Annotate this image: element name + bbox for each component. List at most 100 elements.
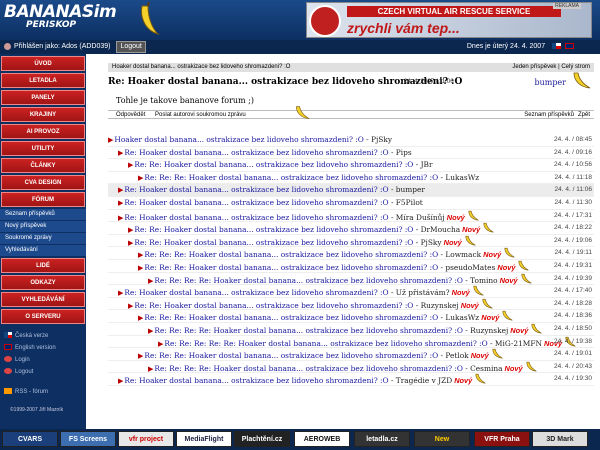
new-badge: Nový	[495, 262, 516, 272]
post-time: 24. 4. / 17:40	[554, 287, 592, 295]
thread-post-link[interactable]: Re: Re: Re: Hoaker dostal banana... ostr…	[144, 250, 438, 259]
menu-odkazy[interactable]: ODKAZY	[1, 275, 85, 290]
new-badge: Nový	[468, 351, 489, 361]
thread-post-link[interactable]: Re: Hoaker dostal banana... ostrakizace …	[124, 185, 388, 194]
thread-post-link[interactable]: Re: Re: Re: Hoaker dostal banana... ostr…	[144, 263, 438, 272]
thread-row: ▶Re: Re: Re: Re: Hoaker dostal banana...…	[108, 323, 594, 336]
thread-post-link[interactable]: Re: Re: Re: Re: Re: Hoaker dostal banana…	[164, 339, 487, 348]
menu-o-serveru[interactable]: O SERVERU	[1, 309, 85, 324]
menu-vyhledavani[interactable]: VYHLEDÁVÁNÍ	[1, 292, 85, 307]
menu-uvod[interactable]: ÚVOD	[1, 56, 85, 71]
forum-link-novy-prispevek[interactable]: Nový příspěvek	[0, 221, 86, 232]
main-menu-2: LIDÉ ODKAZY VYHLEDÁVÁNÍ O SERVERU	[0, 258, 86, 324]
post-prefix: Re: Re:	[134, 237, 164, 247]
thread-post-link[interactable]: Re: Re: Hoaker dostal banana... ostrakiz…	[134, 238, 413, 247]
thread-post-link[interactable]: Hoaker dostal banana... ostrakizace bez …	[114, 135, 363, 144]
site-logo[interactable]: BANANASim PERISKOP	[4, 2, 117, 30]
czech-version-label: Česká verze	[15, 333, 49, 339]
menu-panely[interactable]: PANELY	[1, 90, 85, 105]
banana-icon	[573, 72, 591, 89]
czech-version-link[interactable]: Česká verze	[0, 330, 86, 342]
author-separator: -	[487, 338, 495, 348]
thread-tree: ▶ Hoaker dostal banana... ostrakizace bez…	[108, 134, 594, 386]
english-flag-icon[interactable]	[565, 43, 574, 50]
breadcrumb-topic[interactable]: Hoaker dostal banana... ostrakizace bez …	[112, 64, 290, 70]
user-icon	[4, 42, 11, 50]
reply-button[interactable]: Odpovědět	[116, 112, 145, 118]
thread-post-link[interactable]: Re: Re: Re: Re: Hoaker dostal banana... …	[154, 364, 463, 373]
thread-post-link[interactable]: Re: Hoaker dostal banana... ostrakizace …	[124, 148, 388, 157]
footer-banner-vfr-project[interactable]: vfr project	[118, 431, 174, 447]
new-badge: Nový	[460, 225, 481, 235]
author-separator: -	[413, 300, 421, 310]
thread-row: ▶Re: Hoaker dostal banana... ostrakizace…	[108, 373, 594, 386]
thread-row: ▶Re: Re: Hoaker dostal banana... ostraki…	[108, 235, 594, 248]
ad-banner[interactable]: CZECH VIRTUAL AIR RESCUE SERVICE zrychli…	[306, 2, 592, 38]
logged-in-text: Přihlášen jako: Ados (ADD039)	[14, 43, 111, 50]
footer-banner-aeroweb[interactable]: AEROWEB	[294, 431, 350, 447]
menu-letadla[interactable]: LETADLA	[1, 73, 85, 88]
thread-post-link[interactable]: Re: Re: Re: Hoaker dostal banana... ostr…	[144, 313, 438, 322]
thread-post-link[interactable]: Re: Re: Hoaker dostal banana... ostrakiz…	[134, 301, 413, 310]
forum-link-soukrome-zpravy[interactable]: Soukromé zprávy	[0, 233, 86, 244]
menu-lide[interactable]: LIDÉ	[1, 258, 85, 273]
menu-cva-design[interactable]: CVA DESIGN	[1, 175, 85, 190]
private-message-button[interactable]: Poslat autorovi soukromou zprávu	[155, 112, 246, 118]
new-badge: Nový	[479, 313, 500, 323]
rss-forum-link[interactable]: RSS - fórum	[0, 386, 86, 398]
author-separator: -	[388, 147, 396, 157]
sidebar: ÚVOD LETADLA PANELY KRAJINY AI PROVOZ UTILITY…	[0, 54, 86, 450]
thread-post-link[interactable]: Re: Re: Re: Re: Hoaker dostal banana... …	[154, 326, 463, 335]
thread-arrow-icon: ▶	[148, 326, 154, 335]
menu-ai-provoz[interactable]: AI PROVOZ	[1, 124, 85, 139]
thread-row: ▶Re: Hoaker dostal banana... ostrakizace…	[108, 184, 594, 197]
forum-link-seznam-prispevku[interactable]: Seznam příspěvků	[0, 209, 86, 220]
footer-banner-3d-mark[interactable]: 3D Mark	[532, 431, 588, 447]
thread-post-link[interactable]: Re: Re: Hoaker dostal banana... ostrakiz…	[134, 160, 413, 169]
footer-banner-letadla-cz[interactable]: letadla.cz	[354, 431, 410, 447]
english-version-link[interactable]: English version	[0, 342, 86, 354]
footer-banner-cvars[interactable]: CVARS	[2, 431, 58, 447]
login-link[interactable]: Login	[0, 354, 86, 366]
thread-row: ▶Re: Re: Re: Hoaker dostal banana... ost…	[108, 247, 594, 260]
post-author: Tragédie v JZD	[395, 376, 453, 386]
thread-post-link[interactable]: Re: Re: Re: Hoaker dostal banana... ostr…	[144, 173, 438, 182]
thread-arrow-icon: ▶	[148, 364, 154, 373]
thread-arrow-icon: ▶	[118, 186, 124, 195]
post-time: 24. 4. / 19:06	[554, 236, 592, 244]
menu-krajiny[interactable]: KRAJINY	[1, 107, 85, 122]
post-prefix: Re: Re:	[134, 300, 164, 310]
breadcrumb: Hoaker dostal banana... ostrakizace bez …	[108, 63, 594, 72]
czech-flag-icon[interactable]	[552, 43, 562, 50]
post-author: Míra Dušínůj	[395, 212, 445, 222]
thread-post-link[interactable]: Re: Re: Hoaker dostal banana... ostrakiz…	[134, 225, 413, 234]
post-time: 24. 4. / 09:16	[554, 148, 592, 156]
post-author: Už přistávám?	[395, 288, 450, 298]
footer-banner-fs-screens[interactable]: FS Screens	[60, 431, 116, 447]
footer-banner-mediaflight[interactable]: MediaFlight	[176, 431, 232, 447]
logout-button[interactable]: Logout	[116, 41, 146, 53]
post-prefix: Re:	[124, 212, 140, 222]
thread-arrow-icon: ▶	[138, 314, 144, 323]
footer-banner-vfr-praha[interactable]: VFR Praha	[474, 431, 530, 447]
thread-post-link[interactable]: Re: Re: Re: Hoaker dostal banana... ostr…	[144, 351, 438, 360]
menu-utility[interactable]: UTILITY	[1, 141, 85, 156]
post-author[interactable]: bumper	[534, 78, 566, 87]
thread-post-link[interactable]: Re: Hoaker dostal banana... ostrakizace …	[124, 213, 388, 222]
thread-post-link[interactable]: Re: Hoaker dostal banana... ostrakizace …	[124, 376, 388, 385]
thread-post-link[interactable]: Re: Hoaker dostal banana... ostrakizace …	[124, 198, 388, 207]
post-list-link[interactable]: Seznam příspěvků	[524, 111, 574, 119]
menu-clanky[interactable]: ČLÁNKY	[1, 158, 85, 173]
footer-banner-new[interactable]: New	[414, 431, 470, 447]
thread-post-link[interactable]: Re: Re: Re: Re: Hoaker dostal banana... …	[154, 276, 463, 285]
thread-arrow-icon: ▶	[128, 301, 134, 310]
thread-row: ▶Re: Re: Hoaker dostal banana... ostraki…	[108, 159, 594, 172]
footer-banner-plachteni-cz[interactable]: Plachtění.cz	[234, 431, 290, 447]
author-separator: -	[388, 185, 396, 195]
menu-forum[interactable]: FÓRUM	[1, 192, 85, 207]
logout-link[interactable]: Logout	[0, 366, 86, 378]
forum-link-vyhledavani[interactable]: Vyhledávání	[0, 245, 86, 256]
back-link[interactable]: Zpět	[578, 111, 590, 119]
thread-post-link[interactable]: Re: Hoaker dostal banana... ostrakizace …	[124, 288, 388, 297]
post-actions: Odpovědět Poslat autorovi soukromou zprá…	[108, 106, 594, 119]
